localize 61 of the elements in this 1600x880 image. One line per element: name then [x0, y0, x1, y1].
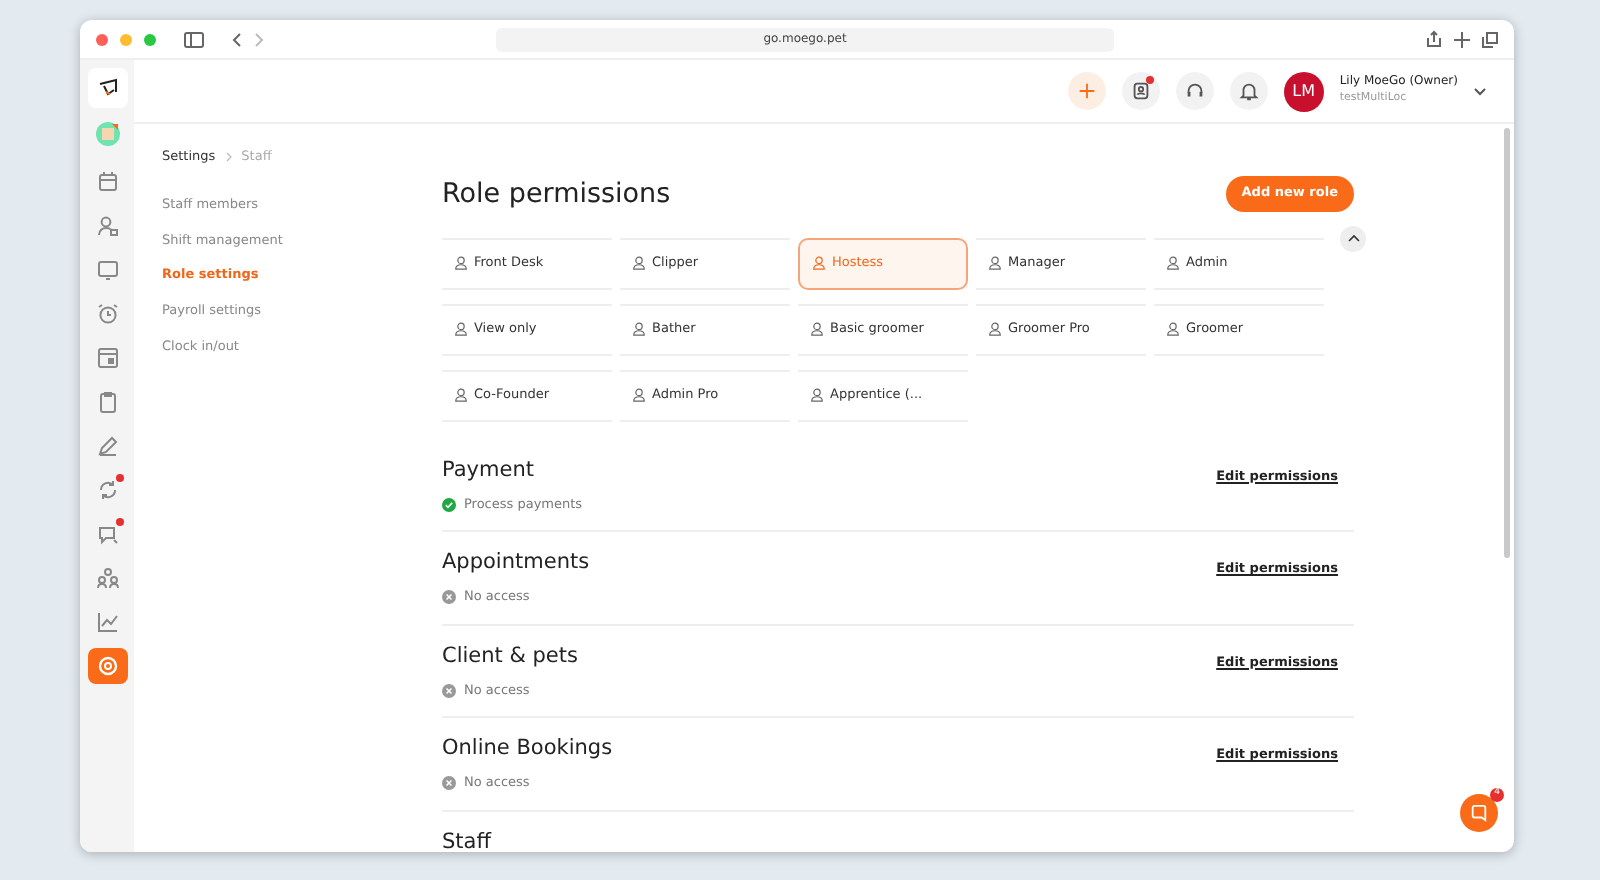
notifications-button[interactable]: [1229, 72, 1268, 110]
section-title: Online Bookings: [442, 734, 613, 765]
person-icon: [632, 256, 646, 271]
person-icon: [454, 322, 468, 337]
contact-button[interactable]: [1121, 72, 1160, 110]
person-icon: [810, 388, 824, 403]
pen-icon: [95, 434, 119, 458]
section-title: Staff: [442, 827, 491, 852]
person-icon: [454, 256, 468, 271]
add-button[interactable]: [1067, 72, 1106, 110]
person-icon: [988, 322, 1002, 337]
maximize-icon[interactable]: [144, 33, 156, 45]
plus-icon[interactable]: [1454, 31, 1470, 47]
monitor-icon: [95, 258, 119, 282]
plus-icon: [1075, 80, 1098, 102]
person-icon: [95, 214, 119, 238]
blocked-icon: [442, 683, 456, 698]
sidebar-icon[interactable]: [184, 31, 204, 47]
person-icon: [632, 322, 646, 337]
chat-icon: [95, 522, 119, 546]
person-icon: [454, 388, 468, 403]
clipboard-icon: [95, 390, 119, 414]
blocked-icon: [442, 776, 456, 791]
bell-icon: [1237, 80, 1260, 102]
page-title: Role permissions: [442, 177, 671, 210]
support-button[interactable]: [1175, 72, 1214, 110]
person-icon: [812, 256, 826, 271]
section-title: Client & pets: [442, 641, 578, 672]
blocked-icon: [442, 590, 456, 605]
tabs-icon[interactable]: [1482, 31, 1498, 47]
people-icon: [95, 566, 119, 590]
person-icon: [1166, 322, 1180, 337]
alarm-clock-icon: [95, 302, 119, 326]
avatar-icon: [95, 122, 119, 146]
headset-icon: [1183, 80, 1206, 102]
user-avatar[interactable]: LM: [1283, 71, 1324, 111]
contact-card-icon: [1129, 80, 1152, 102]
person-icon: [988, 256, 1002, 271]
check-circle-icon: [442, 497, 456, 512]
repeat-icon: [95, 478, 119, 502]
section-title: Payment: [442, 455, 536, 486]
settings-nav-item[interactable]: [87, 648, 127, 684]
forward-icon[interactable]: [254, 31, 264, 47]
person-icon: [810, 322, 824, 337]
minimize-icon[interactable]: [120, 33, 132, 45]
chat-bubble-icon: [1470, 804, 1488, 822]
logo-nav-item[interactable]: [87, 68, 127, 108]
close-icon[interactable]: [96, 33, 108, 45]
collapse-button[interactable]: [1340, 225, 1366, 252]
chart-icon: [95, 610, 119, 634]
back-icon[interactable]: [232, 31, 242, 47]
calendar-card-icon: [95, 346, 119, 370]
share-icon[interactable]: [1426, 30, 1442, 48]
logo-icon: [95, 76, 119, 100]
chevron-up-icon: [1347, 234, 1359, 243]
settings-icon: [95, 654, 119, 678]
person-icon: [1166, 256, 1180, 271]
person-icon: [632, 388, 646, 403]
section-title: Appointments: [442, 548, 590, 579]
calendar-icon: [95, 170, 119, 194]
caret-icon[interactable]: [1474, 87, 1486, 95]
